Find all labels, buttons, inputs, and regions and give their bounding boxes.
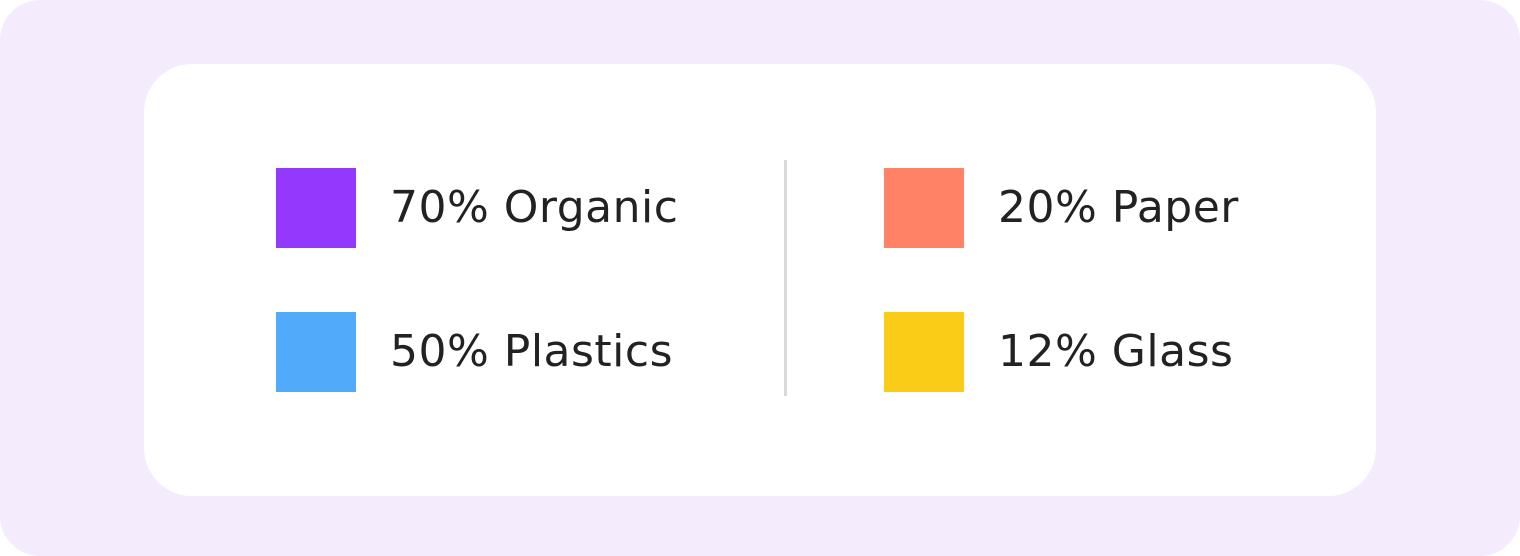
legend-card: 70% Organic 50% Plastics 20% Paper 12% G… <box>144 64 1376 496</box>
swatch-glass <box>884 312 964 392</box>
column-divider <box>784 160 787 396</box>
legend-label-glass: 12% Glass <box>998 326 1234 377</box>
outer-frame: 70% Organic 50% Plastics 20% Paper 12% G… <box>0 0 1520 556</box>
legend-label-paper: 20% Paper <box>998 182 1239 233</box>
legend-label-plastics: 50% Plastics <box>390 326 674 377</box>
swatch-organic <box>276 168 356 248</box>
swatch-paper <box>884 168 964 248</box>
swatch-plastics <box>276 312 356 392</box>
legend-item-paper: 20% Paper <box>884 168 1239 248</box>
legend-item-plastics: 50% Plastics <box>276 312 673 392</box>
legend-label-organic: 70% Organic <box>390 182 679 233</box>
legend-item-glass: 12% Glass <box>884 312 1233 392</box>
legend-item-organic: 70% Organic <box>276 168 678 248</box>
